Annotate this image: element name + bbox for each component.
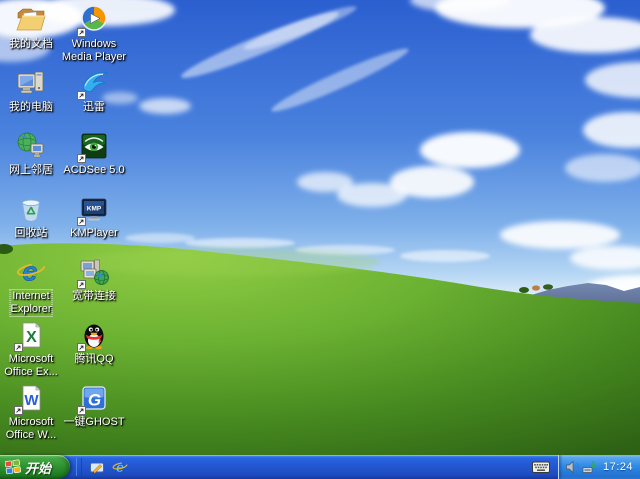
shortcut-arrow-icon [77,406,86,415]
shortcut-arrow-icon [14,343,23,352]
shortcut-arrow-icon [77,154,86,163]
desktop-icon-kmplayer[interactable]: KMP KMPlayer [63,193,125,240]
svg-text:X: X [26,329,37,346]
shortcut-arrow-icon [77,91,86,100]
desktop-icon-my-network-places[interactable]: 网上邻居 [0,130,62,177]
desktop-icon-recycle-bin[interactable]: 回收站 [0,193,62,240]
my-computer-icon [15,67,47,99]
windows-logo-icon [5,459,21,475]
ghost-icon: G [77,382,110,415]
system-tray: 17:24 [558,455,640,479]
svg-text:G: G [88,391,101,410]
shortcut-arrow-icon [77,280,86,289]
volume-icon[interactable] [564,459,580,475]
desktop-icon-yijian-ghost[interactable]: G 一键GHOST [63,382,125,429]
icon-label: 网上邻居 [9,164,53,176]
shortcut-arrow-icon [77,28,86,37]
desktop-icon-windows-media-player[interactable]: Windows Media Player [61,4,127,64]
windows-media-player-icon [77,4,110,37]
icon-label: KMPlayer [70,227,118,239]
icon-label: 迅雷 [83,101,105,113]
shortcut-arrow-icon [77,217,86,226]
desktop-icon-ms-office-excel[interactable]: X Microsoft Office Ex... [0,319,62,379]
quick-launch-handle[interactable] [76,458,82,476]
desktop-icon-my-computer[interactable]: 我的电脑 [0,67,62,114]
quick-launch-bar: e [84,455,133,479]
icon-label: 一键GHOST [63,416,125,428]
svg-text:e: e [116,459,124,475]
shortcut-arrow-icon [14,406,23,415]
recycle-bin-icon [15,193,47,225]
icon-label: Microsoft Office Ex... [4,353,58,378]
icon-label: 腾讯QQ [74,353,114,365]
icon-label: ACDSee 5.0 [63,164,125,176]
icon-label: 宽带连接 [72,290,116,302]
xunlei-bird-icon [77,67,110,100]
show-desktop-icon[interactable] [88,458,106,476]
desktop-icon-my-documents[interactable]: 我的文档 [0,4,62,51]
qq-penguin-icon [77,319,110,352]
svg-text:e: e [22,257,37,287]
taskbar-clock[interactable]: 17:24 [603,461,633,473]
desktop-icon-tencent-qq[interactable]: 腾讯QQ [63,319,125,366]
icon-label: 我的文档 [9,38,53,50]
start-button[interactable]: 开始 [0,455,70,479]
desktop-icon-broadband-connection[interactable]: 宽带连接 [63,256,125,303]
broadband-connection-icon [77,256,110,289]
shortcut-arrow-icon [77,343,86,352]
excel-icon: X [14,319,47,352]
desktop-icon-ms-office-word[interactable]: W Microsoft Office W... [0,382,62,442]
desktop-icon-internet-explorer[interactable]: e Internet Explorer [0,256,62,317]
desktop-icon-acdsee[interactable]: ACDSee 5.0 [63,130,125,177]
word-icon: W [14,382,47,415]
acdsee-eye-icon [77,130,110,163]
icon-label: Microsoft Office W... [5,416,57,441]
svg-text:W: W [24,392,39,409]
my-network-places-icon [15,130,47,162]
icon-label: Internet Explorer [9,289,53,317]
kmplayer-icon: KMP [77,193,110,226]
desktop-icon-xunlei[interactable]: 迅雷 [63,67,125,114]
svg-text:KMP: KMP [87,206,102,213]
safely-remove-hardware-icon[interactable] [581,459,597,475]
start-label: 开始 [25,460,52,476]
taskbar: 开始 e 17:24 [0,455,640,479]
icon-label: 我的电脑 [9,101,53,113]
desktop[interactable]: 我的文档 我的电脑 网上邻居 回收站 e Internet Explorer X… [0,0,640,455]
windows-xp-screen: 我的文档 我的电脑 网上邻居 回收站 e Internet Explorer X… [0,0,640,479]
internet-explorer-quicklaunch-icon[interactable]: e [111,458,129,476]
my-documents-icon [15,4,47,36]
icon-label: 回收站 [14,227,48,239]
input-method-keyboard-icon[interactable] [524,455,558,479]
icon-label: Windows Media Player [61,38,127,63]
internet-explorer-icon: e [15,256,47,288]
